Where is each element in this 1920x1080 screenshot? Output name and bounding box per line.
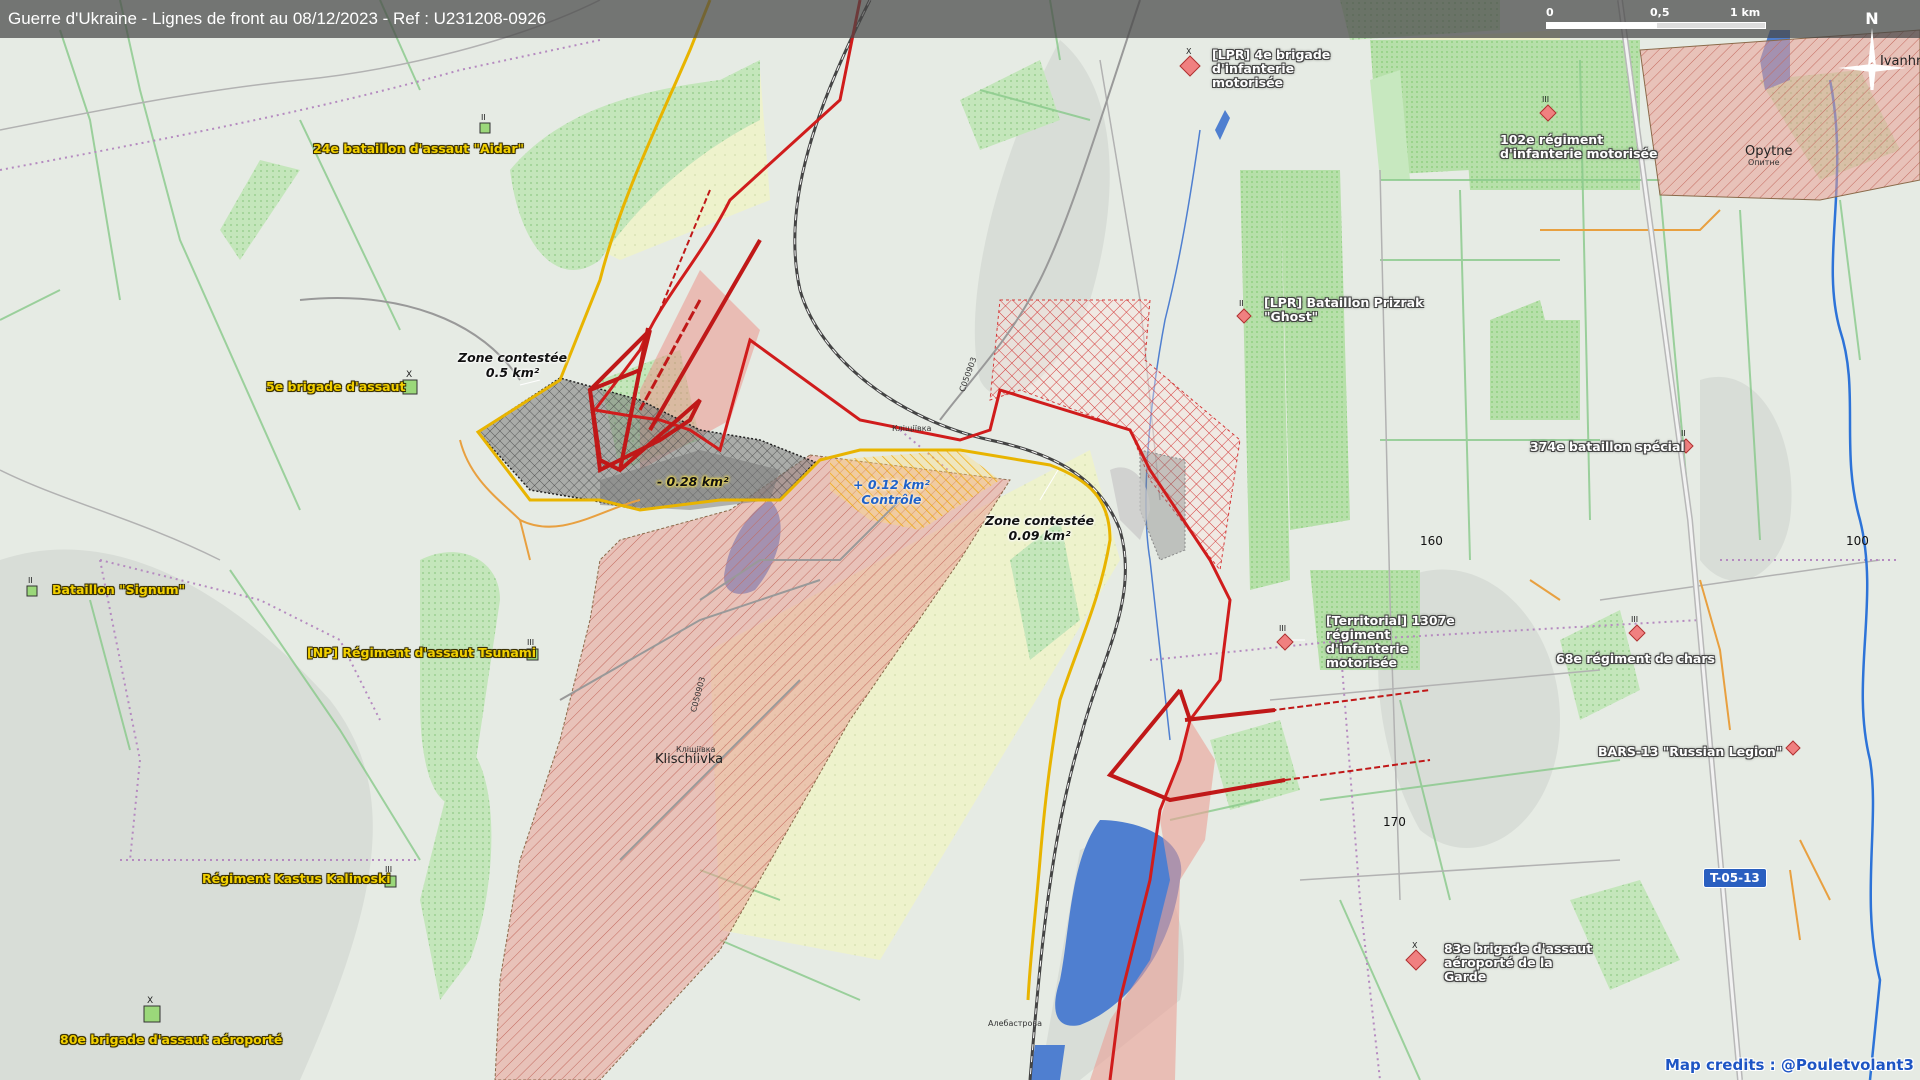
unit-label-tsunami: [NP] Régiment d'assaut Tsunami	[307, 645, 537, 660]
contested-zone-label-1: Zone contestée 0.5 km²	[458, 350, 567, 380]
unit-label-tank68: 68e régiment de chars	[1556, 651, 1715, 666]
town-opytne-cyr: Опитне	[1748, 158, 1780, 167]
gain-area-value: + 0.12 km²	[853, 477, 930, 492]
unit-label-lpr4: [LPR] 4e brigade d'infanterie motorisée	[1212, 48, 1362, 90]
road-shield-t0513: T-05-13	[1703, 868, 1767, 888]
russian-regiment-icon: III	[1276, 624, 1294, 651]
unit-label-air83-text: 83e brigade d'assaut aéroporté de la Gar…	[1444, 941, 1593, 984]
contested-zone-2-area: 0.09 km²	[1008, 528, 1071, 543]
russian-battalion-icon	[1785, 740, 1801, 756]
map-title: Guerre d'Ukraine - Lignes de front au 08…	[8, 9, 547, 28]
unit-label-bars13: BARS-13 "Russian Legion"	[1598, 744, 1783, 759]
unit-label-r102-text: 102e régiment d'infanterie motorisée	[1500, 132, 1658, 161]
svg-text:II: II	[1239, 299, 1244, 308]
svg-text:X: X	[147, 996, 153, 1006]
unit-label-t1307: [Territorial] 1307e régiment d'infanteri…	[1326, 614, 1476, 670]
russian-brigade-icon: X	[1405, 941, 1427, 971]
map-base	[0, 0, 1920, 1080]
town-klischiivka-cyr: Кліщіївка	[676, 745, 716, 754]
map-credits: Map credits : @Pouletvolant3	[1665, 1056, 1914, 1074]
gain-area-label: + 0.12 km² Contrôle	[853, 477, 930, 507]
unit-label-airborne80: 80e brigade d'assaut aéroporté	[60, 1032, 283, 1047]
unit-label-prizrak-text: [LPR] Bataillon Prizrak "Ghost"	[1264, 295, 1424, 324]
russian-brigade-icon: X	[1179, 47, 1201, 77]
contested-zone-label-2: Zone contestée 0.09 km²	[985, 513, 1094, 543]
town-opytne: Opytne	[1745, 144, 1793, 159]
russian-regiment-icon: III	[1539, 95, 1557, 122]
unit-label-aidar: 24e bataillon d'assaut "Aidar"	[313, 141, 524, 156]
russian-battalion-icon: II	[1236, 299, 1252, 324]
svg-text:III: III	[1631, 615, 1638, 624]
svg-text:X: X	[1412, 941, 1418, 950]
scale-bar: 0 0,5 1 km	[1546, 6, 1776, 34]
svg-text:III: III	[1542, 95, 1549, 104]
contour-160: 160	[1420, 534, 1443, 548]
scale-segment-2	[1656, 22, 1766, 29]
town-ivanhrad: Ivanhrad	[1880, 54, 1920, 69]
svg-text:II: II	[1681, 429, 1686, 438]
contested-zone-2-title: Zone contestée	[985, 513, 1095, 528]
unit-label-signum: Bataillon "Signum"	[52, 582, 186, 597]
unit-label-lpr4-text: [LPR] 4e brigade d'infanterie motorisée	[1212, 47, 1331, 90]
scale-zero: 0	[1546, 6, 1554, 19]
compass-rose: N	[1834, 6, 1910, 90]
battalion-symbol-icon: II	[26, 576, 38, 597]
compass-n-letter: N	[1865, 9, 1878, 28]
svg-text:II: II	[28, 576, 33, 585]
svg-text:II: II	[481, 113, 486, 122]
unit-label-prizrak: [LPR] Bataillon Prizrak "Ghost"	[1264, 296, 1424, 324]
unit-label-b374: 374e bataillon spécial	[1530, 439, 1685, 454]
unit-label-t1307-text: [Territorial] 1307e régiment d'infanteri…	[1326, 613, 1455, 670]
contested-zone-1-title: Zone contestée	[458, 350, 568, 365]
scale-segment-1	[1546, 22, 1656, 29]
scale-one: 1 km	[1730, 6, 1761, 19]
battalion-symbol-icon: II	[479, 113, 491, 134]
contour-170: 170	[1383, 815, 1406, 829]
scale-half: 0,5	[1650, 6, 1670, 19]
brigade-symbol-icon: X	[143, 996, 161, 1023]
unit-label-r102: 102e régiment d'infanterie motorisée	[1500, 133, 1660, 161]
svg-text:X: X	[1186, 47, 1192, 56]
loss-area-label: - 0.28 km²	[657, 474, 729, 489]
contested-zone-1-area: 0.5 km²	[485, 365, 540, 380]
unit-label-assault5: 5e brigade d'assaut	[266, 379, 406, 394]
svg-text:X: X	[406, 370, 412, 380]
unit-label-air83: 83e brigade d'assaut aéroporté de la Gar…	[1444, 942, 1594, 984]
north-arrow-icon: N	[1838, 9, 1906, 90]
svg-text:III: III	[1279, 624, 1286, 633]
town-klischiivka-north: Кліщіївка	[892, 424, 932, 433]
contour-100: 100	[1846, 534, 1869, 548]
unit-label-kalinoski: Régiment Kastus Kalinoski	[202, 871, 391, 886]
map-canvas[interactable]: Guerre d'Ukraine - Lignes de front au 08…	[0, 0, 1920, 1080]
place-alebastrove: Алебастрова	[988, 1019, 1042, 1028]
town-klischiivka: Klischiivka	[655, 752, 724, 767]
russian-regiment-icon: III	[1628, 615, 1646, 642]
gain-area-title: Contrôle	[861, 492, 922, 507]
